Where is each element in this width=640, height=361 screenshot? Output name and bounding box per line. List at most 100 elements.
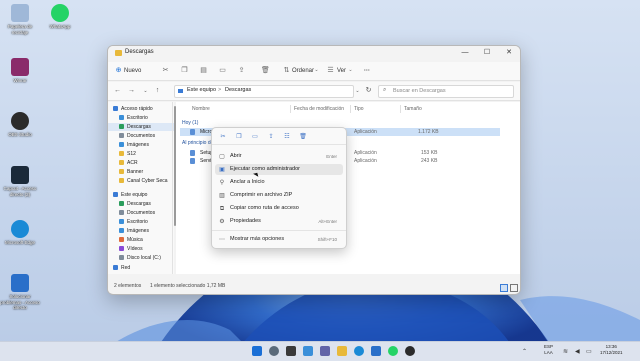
edge-icon[interactable]: [354, 346, 364, 356]
pane-divider[interactable]: [172, 102, 173, 274]
volume-icon[interactable]: ◀: [575, 348, 580, 355]
forward-arrow-icon[interactable]: →: [127, 86, 136, 96]
menu-item-shortcut: Alt+Enter: [318, 219, 337, 224]
breadcrumb-segment[interactable]: Este equipo: [187, 87, 216, 93]
breadcrumb-separator: >: [218, 87, 222, 93]
folder-icon: [119, 160, 124, 166]
application-icon: [190, 150, 195, 156]
desktop-icon-capcut[interactable]: Capcut - Acceso directo (2): [0, 166, 40, 197]
desktop-icon-winrar[interactable]: Winrar: [0, 58, 40, 84]
documents-folder-icon: [119, 133, 124, 139]
desktop-icon-troubleshoot[interactable]: Solucionar problemas - Acceso directo: [0, 274, 40, 311]
delete-icon[interactable]: 🗑: [298, 133, 308, 142]
search-icon: ⌕: [383, 87, 387, 93]
address-bar-row: ← → ⌄ ↑ Este equipo > Descargas ⌄ ↻ ⌕ Bu…: [108, 82, 520, 101]
column-divider[interactable]: [400, 105, 401, 113]
copy-icon[interactable]: ❐: [180, 66, 189, 75]
language-indicator[interactable]: ESP LAA: [544, 344, 553, 355]
context-menu: ✂ ❐ ▭ ⇪ ☷ 🗑 ▢ Abrir Enter ▣ Ejecutar com…: [211, 127, 347, 249]
desktop-icon-whatsapp[interactable]: WhatsApp: [40, 4, 80, 30]
view-button[interactable]: Ver: [337, 65, 346, 77]
rename-icon[interactable]: ▭: [218, 66, 227, 75]
context-menu-quick-actions: ✂ ❐ ▭ ⇪ ☷ 🗑: [212, 132, 346, 145]
file-explorer-icon[interactable]: [337, 346, 347, 356]
share-icon[interactable]: ⇪: [237, 66, 246, 75]
menu-item-pin-to-start[interactable]: ⚲ Anclar a Inicio: [215, 177, 343, 188]
folder-icon: [119, 151, 124, 157]
wifi-icon[interactable]: ≋: [563, 348, 568, 355]
breadcrumb-segment[interactable]: Descargas: [225, 87, 251, 93]
nav-item-label: Descargas: [127, 201, 151, 207]
menu-item-run-as-admin[interactable]: ▣ Ejecutar como administrador: [215, 164, 343, 175]
edge-icon: [11, 220, 29, 238]
desktop-icon-label: Solucionar problemas - Acceso directo: [0, 294, 40, 310]
pin-icon: ⚲: [219, 180, 225, 186]
nav-item-pc-imagenes[interactable]: Imágenes: [108, 227, 185, 235]
clock[interactable]: 13:36 17/12/2021: [600, 344, 623, 355]
refresh-icon[interactable]: ↻: [364, 86, 373, 96]
folder-icon: [119, 169, 124, 175]
nav-item-network[interactable]: Red: [113, 264, 179, 272]
nav-item-label: Imágenes: [127, 142, 149, 148]
store-icon[interactable]: [371, 346, 381, 356]
share-icon[interactable]: ⇪: [266, 133, 276, 142]
menu-item-show-more-options[interactable]: ⋯ Mostrar más opciones Shift+F10: [215, 234, 343, 245]
whatsapp-icon[interactable]: [388, 346, 398, 356]
cut-icon[interactable]: ✂: [218, 133, 228, 142]
start-icon[interactable]: [252, 346, 262, 356]
maximize-button[interactable]: ☐: [476, 47, 498, 59]
desktop-icon-recycle-bin[interactable]: Papelera de reciclaje: [0, 4, 40, 35]
details-view-icon[interactable]: [500, 284, 508, 292]
widgets-icon[interactable]: [303, 346, 313, 356]
nav-item-disk-c[interactable]: Disco local (C:): [108, 254, 185, 262]
new-button[interactable]: Nuevo: [124, 65, 141, 77]
menu-item-open[interactable]: ▢ Abrir Enter: [215, 151, 343, 162]
search-icon[interactable]: [269, 346, 279, 356]
more-options-button[interactable]: ···: [364, 65, 370, 77]
properties-icon[interactable]: ☷: [282, 133, 292, 142]
search-box[interactable]: ⌕ Buscar en Descargas: [378, 85, 514, 98]
close-button[interactable]: ✕: [498, 47, 520, 59]
minimize-button[interactable]: —: [454, 47, 476, 59]
copy-path-icon: ⧉: [219, 206, 225, 212]
rename-icon[interactable]: ▭: [250, 133, 260, 142]
menu-item-compress-zip[interactable]: ▥ Comprimir en archivo ZIP: [215, 190, 343, 201]
chevron-up-icon[interactable]: ⌃: [522, 348, 527, 355]
nav-item-quick-access[interactable]: Acceso rápido: [113, 105, 179, 113]
capcut-icon: [11, 166, 29, 184]
column-header-type[interactable]: Tipo: [354, 106, 364, 112]
desktop-icon-obs[interactable]: OBS Studio: [0, 112, 40, 138]
menu-item-properties[interactable]: ⚙ Propiedades Alt+Enter: [215, 216, 343, 227]
nav-item-this-pc[interactable]: Este equipo: [113, 191, 179, 199]
desktop-icon-edge[interactable]: Microsoft Edge: [0, 220, 40, 246]
cut-icon[interactable]: ✂: [161, 66, 170, 75]
taskview-icon[interactable]: [286, 346, 296, 356]
sort-button[interactable]: Ordenar: [292, 65, 314, 77]
column-header-name[interactable]: Nombre: [192, 106, 210, 112]
navigation-pane: Acceso rápido Escritorio Descargas Docum…: [108, 102, 185, 274]
address-bar[interactable]: Este equipo > Descargas: [174, 85, 354, 98]
battery-icon[interactable]: ▭: [586, 348, 592, 355]
menu-item-label: Anclar a Inicio: [230, 179, 265, 185]
tiles-view-icon[interactable]: [510, 284, 518, 292]
column-header-date[interactable]: Fecha de modificación: [294, 106, 344, 112]
column-divider[interactable]: [350, 105, 351, 113]
group-header[interactable]: Hoy (1): [182, 120, 198, 126]
title-bar[interactable]: Descargas — ☐ ✕: [108, 46, 520, 60]
delete-icon[interactable]: 🗑: [261, 66, 270, 75]
chevron-down-icon[interactable]: ⌄: [353, 86, 362, 96]
paste-icon[interactable]: ▤: [199, 66, 208, 75]
copy-icon[interactable]: ❐: [234, 133, 244, 142]
obs-icon[interactable]: [405, 346, 415, 356]
chat-icon[interactable]: [320, 346, 330, 356]
chevron-down-icon[interactable]: ⌄: [141, 86, 150, 96]
nav-item-pc-videos[interactable]: Vídeos: [108, 245, 185, 253]
menu-divider: [212, 230, 346, 231]
back-arrow-icon[interactable]: ←: [113, 86, 122, 96]
up-arrow-icon[interactable]: ↑: [153, 86, 162, 96]
column-header-size[interactable]: Tamaño: [404, 106, 422, 112]
menu-item-copy-path[interactable]: ⧉ Copiar como ruta de acceso: [215, 203, 343, 214]
column-divider[interactable]: [290, 105, 291, 113]
nav-item-pc-musica[interactable]: Música: [108, 236, 185, 244]
chevron-down-icon: ⌄: [314, 67, 319, 73]
